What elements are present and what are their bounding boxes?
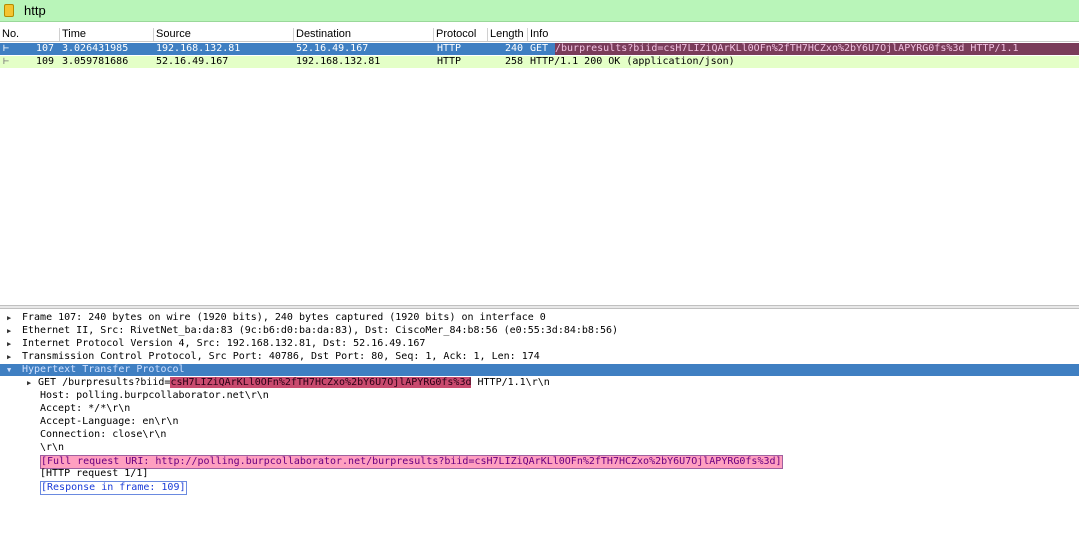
expand-icon[interactable]: ▶ [7, 325, 11, 337]
tree-item-label: Host: polling.burpcollaborator.net\r\n [40, 390, 269, 401]
tree-item-connection[interactable]: Connection: close\r\n [0, 429, 1079, 441]
packet-source: 52.16.49.167 [156, 56, 229, 67]
packet-no: 109 [36, 56, 55, 67]
full-request-uri: [Full request URI: http://polling.burpco… [40, 455, 783, 469]
tree-item-full-uri[interactable]: [Full request URI: http://polling.burpco… [0, 455, 1079, 469]
packet-protocol: HTTP [437, 56, 462, 67]
column-header-length[interactable]: Length [488, 28, 528, 41]
tree-item-ip[interactable]: ▶ Internet Protocol Version 4, Src: 192.… [0, 338, 1079, 350]
tree-item-http[interactable]: ▼ Hypertext Transfer Protocol [0, 364, 1079, 376]
packet-source: 192.168.132.81 [156, 43, 241, 54]
get-prefix: GET /burpresults?biid= [38, 377, 171, 388]
packet-time: 3.026431985 [62, 43, 129, 54]
tree-item-label: Ethernet II, Src: RivetNet_ba:da:83 (9c:… [22, 325, 619, 336]
bookmark-icon[interactable] [4, 4, 14, 17]
get-suffix: HTTP/1.1\r\n [471, 377, 550, 388]
column-header-source[interactable]: Source [154, 28, 294, 41]
packet-row[interactable]: ⊢ 109 3.059781686 52.16.49.167 192.168.1… [0, 56, 1079, 68]
packet-destination: 192.168.132.81 [296, 56, 381, 67]
response-marker-icon: ⊢ [3, 56, 10, 67]
request-marker-icon: ⊢ [3, 43, 10, 54]
packet-list: No. Time Source Destination Protocol Len… [0, 27, 1079, 307]
biid-value: csH7LIZiQArKLl0OFn%2fTH7HCZxo%2bY6U7OjlA… [170, 377, 472, 388]
packet-info: /burpresults?biid=csH7LIZiQArKLl0OFn%2fT… [555, 43, 1079, 55]
packet-info-method: GET [530, 43, 549, 54]
tree-item-tcp[interactable]: ▶ Transmission Control Protocol, Src Por… [0, 351, 1079, 363]
tree-item-label: [HTTP request 1/1] [40, 468, 149, 479]
column-header-protocol[interactable]: Protocol [434, 28, 488, 41]
display-filter-bar [0, 0, 1079, 22]
expand-icon[interactable]: ▶ [7, 338, 11, 350]
column-header-time[interactable]: Time [60, 28, 154, 41]
expand-icon[interactable]: ▶ [27, 377, 31, 389]
tree-item-label: Connection: close\r\n [40, 429, 167, 440]
tree-item-host[interactable]: Host: polling.burpcollaborator.net\r\n [0, 390, 1079, 402]
packet-details: ▶ Frame 107: 240 bytes on wire (1920 bit… [0, 310, 1079, 534]
tree-item-accept[interactable]: Accept: */*\r\n [0, 403, 1079, 415]
response-in-frame-link[interactable]: [Response in frame: 109] [40, 481, 187, 495]
packet-protocol: HTTP [437, 43, 462, 54]
expand-icon[interactable]: ▶ [7, 351, 11, 363]
tree-item-crlf[interactable]: \r\n [0, 442, 1079, 454]
tree-item-label: \r\n [40, 442, 65, 453]
column-header-info[interactable]: Info [528, 28, 1079, 41]
packet-time: 3.059781686 [62, 56, 129, 67]
display-filter-input[interactable] [20, 1, 1075, 20]
tree-item-request-count[interactable]: [HTTP request 1/1] [0, 468, 1079, 480]
tree-item-label: Hypertext Transfer Protocol [22, 364, 185, 375]
packet-info: HTTP/1.1 200 OK (application/json) [530, 56, 735, 67]
packet-length: 240 [505, 43, 524, 54]
packet-row[interactable]: ⊢ 107 3.026431985 192.168.132.81 52.16.4… [0, 43, 1079, 55]
tree-item-label: Frame 107: 240 bytes on wire (1920 bits)… [22, 312, 546, 323]
tree-item-ethernet[interactable]: ▶ Ethernet II, Src: RivetNet_ba:da:83 (9… [0, 325, 1079, 337]
packet-info-uri: /burpresults?biid=csH7LIZiQArKLl0OFn%2fT… [555, 43, 1019, 54]
expand-icon[interactable]: ▶ [7, 312, 11, 324]
tree-item-label: GET /burpresults?biid=csH7LIZiQArKLl0OFn… [38, 377, 1079, 389]
tree-item-label: Internet Protocol Version 4, Src: 192.16… [22, 338, 426, 349]
packet-no: 107 [36, 43, 55, 54]
tree-item-label: Transmission Control Protocol, Src Port:… [22, 351, 540, 362]
tree-item-label: Accept: */*\r\n [40, 403, 131, 414]
pane-splitter[interactable] [0, 305, 1079, 309]
packet-list-header: No. Time Source Destination Protocol Len… [0, 27, 1079, 42]
tree-item-frame[interactable]: ▶ Frame 107: 240 bytes on wire (1920 bit… [0, 312, 1079, 324]
tree-item-get-request[interactable]: ▶ GET /burpresults?biid=csH7LIZiQArKLl0O… [0, 377, 1079, 389]
tree-item-response-in[interactable]: [Response in frame: 109] [0, 481, 1079, 495]
packet-destination: 52.16.49.167 [296, 43, 369, 54]
tree-item-accept-language[interactable]: Accept-Language: en\r\n [0, 416, 1079, 428]
packet-length: 258 [505, 56, 524, 67]
column-header-no[interactable]: No. [0, 28, 60, 41]
collapse-icon[interactable]: ▼ [7, 364, 11, 376]
tree-item-label: Accept-Language: en\r\n [40, 416, 179, 427]
column-header-destination[interactable]: Destination [294, 28, 434, 41]
